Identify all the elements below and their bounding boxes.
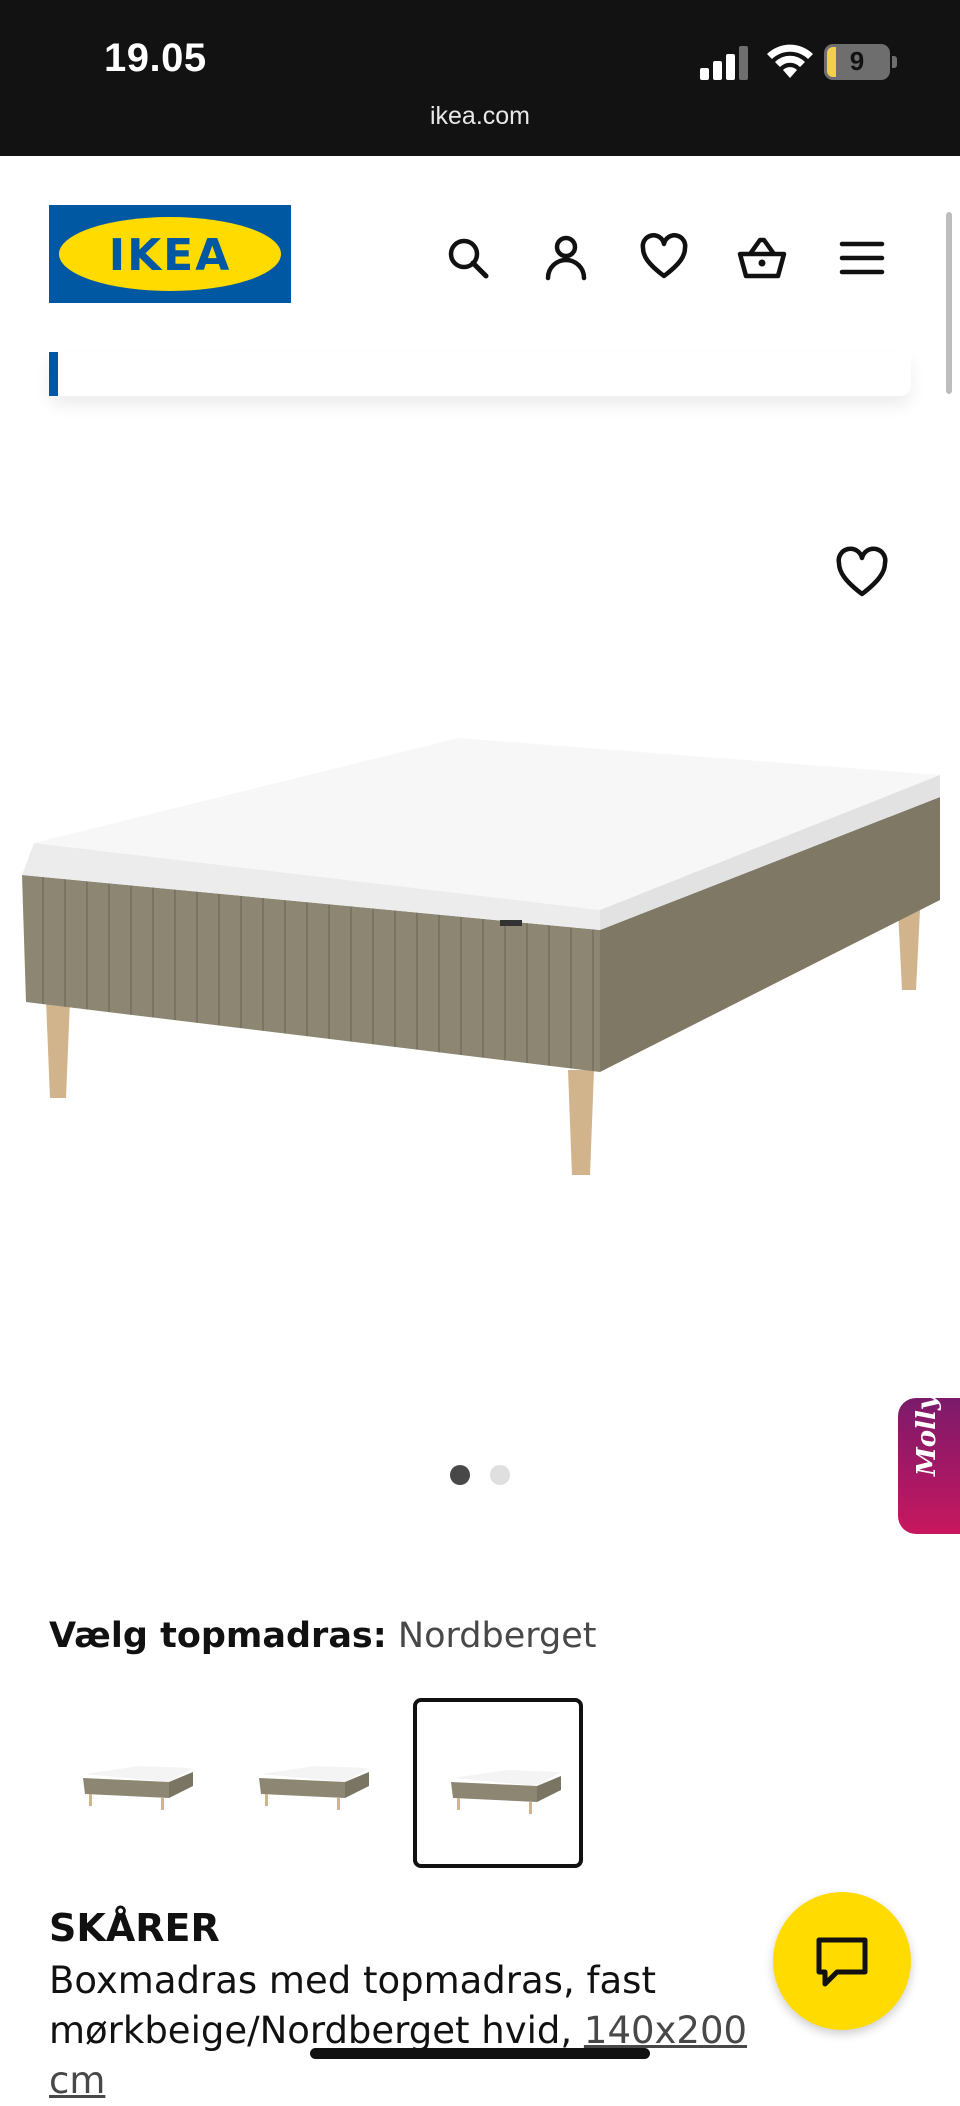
address-bar-url[interactable]: ikea.com	[0, 102, 960, 131]
product-description: Boxmadras med topmadras, fast mørkbeige/…	[49, 1956, 809, 2106]
search-icon[interactable]	[442, 232, 494, 284]
product-description-line1: Boxmadras med topmadras, fast	[49, 1959, 656, 2002]
carousel-dot-1[interactable]	[450, 1465, 470, 1485]
topper-choice-value: Nordberget	[397, 1616, 597, 1656]
home-indicator[interactable]	[310, 2048, 650, 2059]
notice-banner[interactable]	[49, 352, 911, 396]
variant-thumbnail-3-selected[interactable]	[413, 1698, 583, 1868]
notice-accent-bar	[49, 352, 58, 396]
signal-icon	[700, 46, 748, 80]
variant-thumbnail-2[interactable]	[225, 1698, 395, 1868]
status-time: 19.05	[104, 36, 207, 80]
variant-thumbnail-1[interactable]	[49, 1698, 219, 1868]
product-name: SKÅRER	[49, 1906, 220, 1950]
ikea-logo[interactable]: IKEA	[49, 205, 291, 303]
page-scrollbar[interactable]	[946, 212, 952, 394]
wifi-icon	[767, 44, 813, 78]
image-carousel-dots	[450, 1465, 510, 1485]
menu-icon[interactable]	[836, 232, 888, 284]
add-to-wishlist-heart-icon[interactable]	[834, 546, 890, 602]
status-bar: 19.05 9 ikea.com	[0, 0, 960, 156]
battery-level: 9	[849, 46, 865, 76]
carousel-dot-2[interactable]	[490, 1465, 510, 1485]
chat-button[interactable]	[773, 1892, 911, 2030]
molly-assistant-tab[interactable]: Molly	[898, 1395, 960, 1534]
product-description-line2: mørkbeige/Nordberget hvid,	[49, 2009, 573, 2052]
battery-icon: 9	[824, 44, 898, 82]
topper-choice-label: Vælg topmadras:	[49, 1616, 387, 1656]
basket-icon[interactable]	[736, 232, 788, 284]
chat-bubble-icon	[816, 1937, 868, 1987]
topper-choice: Vælg topmadras: Nordberget	[49, 1616, 597, 1656]
site-header: IKEA	[0, 156, 960, 356]
product-image[interactable]	[0, 720, 960, 1200]
logo-text: IKEA	[108, 230, 232, 281]
account-icon[interactable]	[540, 232, 592, 284]
molly-label: Molly	[912, 1395, 942, 1476]
heart-icon[interactable]	[638, 232, 690, 284]
